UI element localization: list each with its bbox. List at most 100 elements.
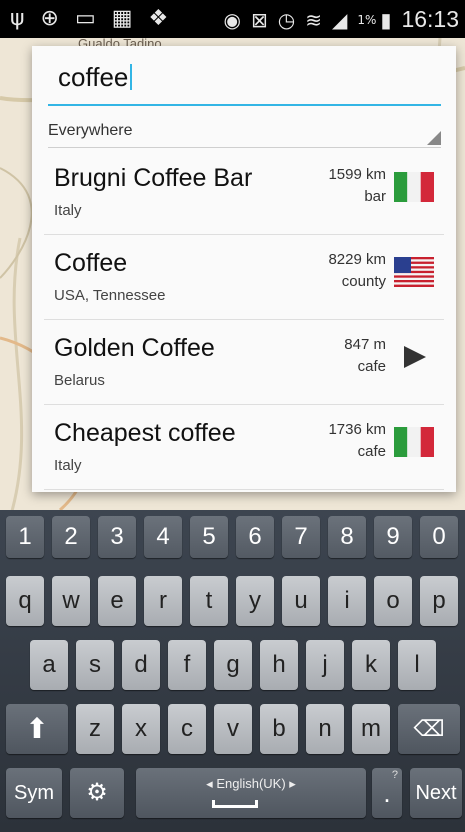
key-8[interactable]: 8 [328,516,366,558]
next-key[interactable]: Next [410,768,462,818]
key-0[interactable]: 0 [420,516,458,558]
text-cursor [130,64,133,90]
gear-icon: ⚙ [86,779,108,806]
results-list: Brugni Coffee Bar Italy 1599 km bar Coff… [32,150,456,490]
result-item[interactable]: Golden Coffee Belarus 847 m cafe [32,320,456,405]
clock: 16:13 [401,6,459,32]
alarm-icon: ◷ [277,7,296,32]
usb-icon: ψ [10,6,25,31]
key-e[interactable]: e [98,576,136,626]
divider [44,489,444,490]
mute-icon: ⊠ [251,7,268,32]
key-f[interactable]: f [168,640,206,690]
result-name: Coffee [54,249,128,277]
key-b[interactable]: b [260,704,298,754]
result-type: county [341,273,386,290]
key-r[interactable]: r [144,576,182,626]
backspace-key[interactable]: ⌫ [398,704,460,754]
result-type: cafe [357,443,386,460]
key-x[interactable]: x [122,704,160,754]
shift-key[interactable]: ⬆ [6,704,68,754]
key-i[interactable]: i [328,576,366,626]
wifi-icon: ≋ [305,7,322,32]
key-3[interactable]: 3 [98,516,136,558]
key-s[interactable]: s [76,640,114,690]
dropdown-arrow-icon [427,131,441,145]
key-y[interactable]: y [236,576,274,626]
soft-keyboard: 1 2 3 4 5 6 7 8 9 0 q w e r t y u i o p … [0,510,465,832]
result-location: Belarus [54,372,105,389]
space-language-label: English(UK) [216,776,286,791]
space-key[interactable]: ◂ English(UK) ▸ [136,768,366,818]
battery-charge-icon: ▭ [74,6,96,31]
backspace-icon: ⌫ [413,716,445,741]
key-g[interactable]: g [214,640,252,690]
result-item[interactable]: Coffee USA, Tennessee 8229 km county [32,235,456,320]
result-type: cafe [357,358,386,375]
settings-key[interactable]: ⚙ [70,768,124,818]
status-bar: ψ ⊕ ▭ ▦ ❖ ◉ ⊠ ◷ ≋ ◢ 1% ▮ 16:13 [0,0,465,38]
result-location: Italy [54,457,82,474]
key-4[interactable]: 4 [144,516,182,558]
key-q[interactable]: q [6,576,44,626]
key-t[interactable]: t [190,576,228,626]
language-right-arrow-icon: ▸ [289,776,296,791]
key-7[interactable]: 7 [282,516,320,558]
target-icon: ⊕ [40,6,59,31]
eye-icon: ◉ [223,7,241,32]
italy-flag-icon [394,172,434,202]
key-d[interactable]: d [122,640,160,690]
search-input[interactable]: coffee [58,62,133,93]
key-a[interactable]: a [30,640,68,690]
result-item[interactable]: Cheapest coffee Italy 1736 km cafe [32,405,456,490]
key-z[interactable]: z [76,704,114,754]
key-p[interactable]: p [420,576,458,626]
result-location: USA, Tennessee [54,287,166,304]
result-name: Cheapest coffee [54,419,236,447]
space-icon [212,800,258,808]
key-h[interactable]: h [260,640,298,690]
battery-percent: 1% [357,12,377,27]
search-dialog: coffee Everywhere Brugni Coffee Bar Ital… [32,46,456,492]
key-k[interactable]: k [352,640,390,690]
language-left-arrow-icon: ◂ [206,776,213,791]
usa-flag-icon [394,257,434,287]
result-item[interactable]: Brugni Coffee Bar Italy 1599 km bar [32,150,456,235]
result-location: Italy [54,202,82,219]
key-m[interactable]: m [352,704,390,754]
scope-dropdown[interactable]: Everywhere [48,114,441,148]
period-label: . [383,778,391,808]
sym-key[interactable]: Sym [6,768,62,818]
key-j[interactable]: j [306,640,344,690]
period-key[interactable]: ? . [372,768,402,818]
result-distance: 1599 km [328,166,386,183]
period-hint: ? [391,769,398,781]
result-name: Brugni Coffee Bar [54,164,253,192]
result-distance: 847 m [344,336,386,353]
key-o[interactable]: o [374,576,412,626]
search-field[interactable]: coffee [48,58,441,106]
key-v[interactable]: v [214,704,252,754]
result-distance: 8229 km [328,251,386,268]
battery-icon: ▮ [380,7,392,32]
key-u[interactable]: u [282,576,320,626]
scope-selected: Everywhere [48,122,133,139]
key-l[interactable]: l [398,640,436,690]
key-2[interactable]: 2 [52,516,90,558]
shift-icon: ⬆ [25,713,49,744]
italy-flag-icon [394,427,434,457]
key-6[interactable]: 6 [236,516,274,558]
result-name: Golden Coffee [54,334,215,362]
result-type: bar [364,188,386,205]
key-9[interactable]: 9 [374,516,412,558]
result-distance: 1736 km [328,421,386,438]
dropbox-icon: ❖ [148,6,169,31]
signal-icon: ◢ [331,7,348,32]
direction-arrow-icon [404,346,426,368]
key-5[interactable]: 5 [190,516,228,558]
key-c[interactable]: c [168,704,206,754]
key-1[interactable]: 1 [6,516,44,558]
storage-icon: ▦ [111,6,133,31]
key-w[interactable]: w [52,576,90,626]
key-n[interactable]: n [306,704,344,754]
